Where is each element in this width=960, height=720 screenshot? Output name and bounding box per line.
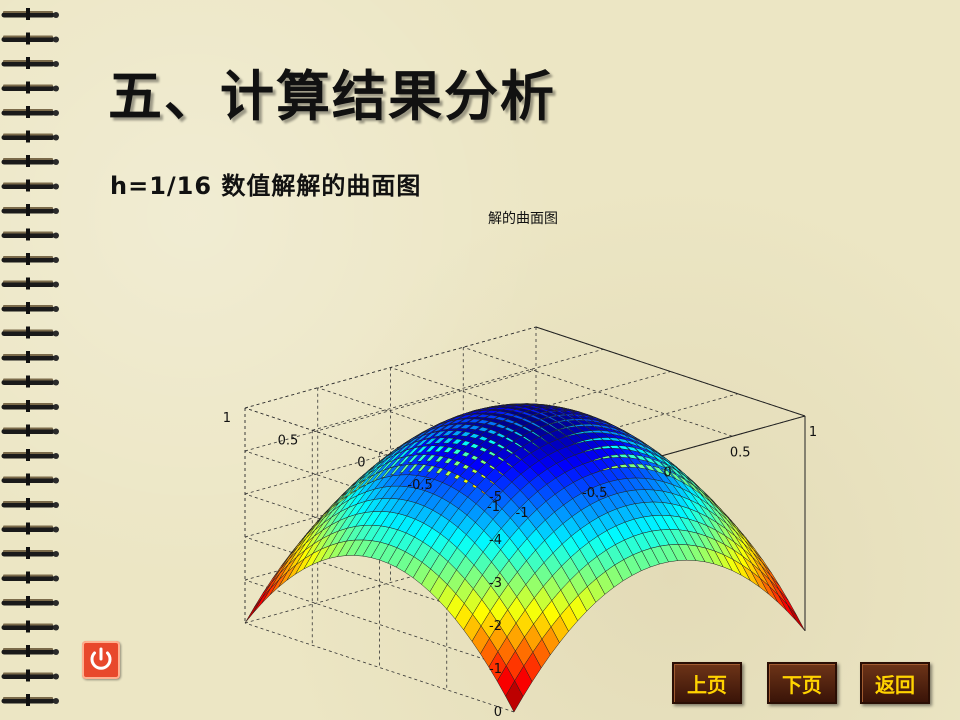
y-tick-label: 0.5 (278, 433, 299, 448)
next-page-button[interactable]: 下页 (767, 662, 837, 704)
z-tick-label: -3 (489, 576, 502, 591)
surface-patch (244, 597, 263, 624)
surface-patch (787, 604, 806, 632)
y-tick-label: -0.5 (407, 478, 432, 493)
z-tick-label: -4 (489, 533, 502, 548)
x-tick-label: 0 (663, 466, 671, 481)
surface-plot: 解的曲面图 -1-0.500.51-1-0.500.510-1-2-3-4-5 (223, 211, 817, 720)
power-icon (90, 647, 112, 670)
z-tick-label: 0 (494, 705, 502, 720)
x-tick-label: 1 (809, 425, 817, 440)
prev-page-button[interactable]: 上页 (672, 662, 742, 704)
power-button[interactable] (82, 641, 120, 679)
z-tick-label: -1 (489, 662, 502, 677)
back-button[interactable]: 返回 (860, 662, 930, 704)
x-tick-label: -0.5 (582, 486, 607, 501)
chart-title: 解的曲面图 (488, 211, 558, 227)
y-tick-label: 0 (357, 456, 365, 471)
x-tick-label: -1 (516, 506, 529, 521)
z-tick-label: -2 (489, 619, 502, 634)
z-tick-label: -5 (489, 490, 502, 505)
x-tick-label: 0.5 (730, 445, 751, 460)
y-tick-label: 1 (223, 411, 231, 426)
surface-patch (253, 587, 272, 613)
